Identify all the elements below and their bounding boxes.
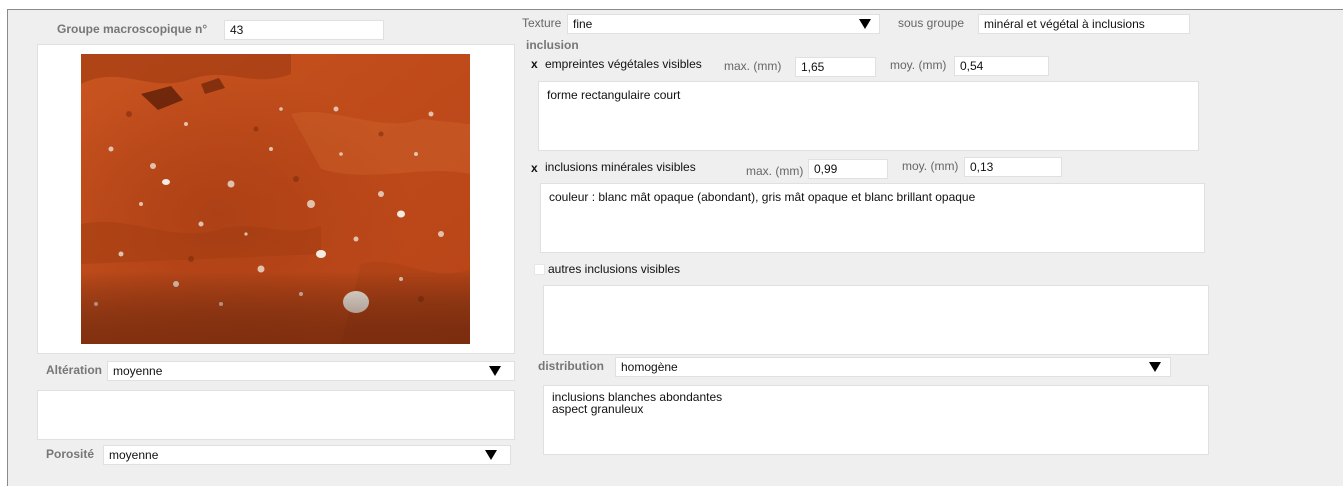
vegetal-notes[interactable]: forme rectangulaire court [538, 81, 1199, 151]
vegetal-moy-label: moy. (mm) [890, 58, 947, 72]
triangle-down-icon[interactable] [1149, 362, 1161, 372]
porosite-label: Porosité [46, 447, 95, 461]
distribution-note-line: aspect granuleux [552, 402, 644, 416]
vegetal-label: empreintes végétales visibles [545, 57, 702, 71]
soil-sample-photo [81, 54, 470, 344]
sous-groupe-field[interactable]: minéral et végétal à inclusions [978, 14, 1190, 34]
alteration-select[interactable]: moyenne [107, 361, 515, 381]
mineral-notes[interactable]: couleur : blanc mât opaque (abondant), g… [540, 183, 1205, 253]
distribution-notes[interactable]: inclusions blanches abondantes aspect gr… [543, 385, 1209, 455]
mineral-moy-field[interactable]: 0,13 [964, 157, 1062, 177]
alteration-notes[interactable] [37, 390, 515, 440]
triangle-down-icon[interactable] [489, 366, 501, 376]
porosite-select[interactable]: moyenne [103, 445, 511, 465]
triangle-down-icon[interactable] [485, 450, 497, 460]
alteration-label: Altération [46, 363, 103, 377]
vegetal-moy-field[interactable]: 0,54 [954, 56, 1049, 76]
distribution-select[interactable]: homogène [615, 357, 1171, 377]
autres-notes[interactable] [543, 285, 1209, 355]
autres-label: autres inclusions visibles [548, 262, 681, 276]
sous-groupe-label: sous groupe [898, 16, 965, 30]
vegetal-max-label: max. (mm) [724, 59, 782, 73]
vegetal-max-field[interactable]: 1,65 [795, 57, 876, 77]
mineral-moy-label: moy. (mm) [902, 159, 959, 173]
inclusion-heading: inclusion [526, 38, 579, 52]
texture-select[interactable]: fine [567, 14, 880, 34]
groupe-number-field[interactable]: 43 [224, 20, 384, 40]
autres-checkbox[interactable] [534, 264, 545, 275]
distribution-label: distribution [538, 359, 604, 373]
groupe-label: Groupe macroscopique n° [57, 22, 208, 36]
mineral-max-field[interactable]: 0,99 [808, 159, 888, 179]
vegetal-checkbox[interactable]: x [531, 55, 538, 73]
texture-label: Texture [522, 16, 562, 30]
mineral-max-label: max. (mm) [746, 164, 804, 178]
triangle-down-icon[interactable] [859, 19, 871, 29]
mineral-label: inclusions minérales visibles [545, 160, 696, 174]
mineral-checkbox[interactable]: x [531, 159, 538, 177]
distribution-note-line: inclusions blanches abondantes [552, 390, 723, 404]
